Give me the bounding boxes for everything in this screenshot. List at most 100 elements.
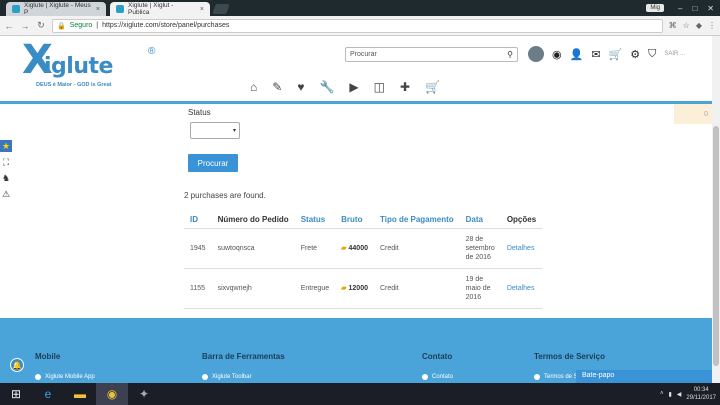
expand-icon[interactable]: ⛶	[0, 156, 12, 168]
logout-link[interactable]: SAIR ...	[664, 51, 685, 57]
tray-chevron-icon[interactable]: ˄	[660, 391, 664, 397]
col-gross[interactable]: Bruto	[335, 212, 374, 229]
game-icon[interactable]: ♞	[0, 172, 12, 184]
col-payment-type[interactable]: Tipo de Pagamento	[373, 212, 460, 229]
lock-icon: 🔒	[57, 22, 66, 30]
cell-payment: Credit	[373, 268, 460, 309]
xiglute-logo[interactable]: X iglute ® DEUS é Maior - GOD is Great	[22, 40, 162, 90]
clock[interactable]: 00:34 29/11/2017	[686, 386, 716, 402]
internet-explorer-icon[interactable]: e	[32, 383, 64, 405]
notification-bell-icon[interactable]: 🔔	[10, 358, 24, 372]
warning-icon[interactable]: ⚠	[0, 188, 12, 200]
tab-label: Xiglute | Xiglute - Meus P	[24, 2, 91, 16]
footer-link-label: Termos de S	[544, 374, 578, 380]
col-date[interactable]: Data	[459, 212, 501, 229]
add-user-icon[interactable]: 👤	[570, 48, 584, 61]
menu-icon[interactable]: ⋮	[708, 21, 716, 30]
tab-meus-pedidos[interactable]: Xiglute | Xiglute - Meus P ×	[6, 2, 106, 16]
clock-date: 29/11/2017	[686, 395, 716, 401]
close-tab-icon[interactable]: ×	[200, 6, 204, 13]
windows-start-icon[interactable]: ⊞	[0, 383, 32, 405]
columns-icon[interactable]: ◫	[374, 80, 385, 94]
table-row: 1155 sixvqwnejh Entregue ▰ 12000 Credit 1…	[184, 268, 543, 309]
header-divider	[0, 101, 712, 104]
col-options: Opções	[500, 212, 543, 229]
search-input[interactable]: Procurar ⚲	[345, 47, 518, 62]
address-bar-row: ← → ↻ 🔒 Seguro | https://xiglute.com/sto…	[0, 16, 720, 36]
cell-order: sixvqwnejh	[211, 268, 295, 309]
cell-id: 1155	[184, 268, 212, 309]
details-link[interactable]: Detalhes	[507, 245, 535, 252]
reload-icon[interactable]: ↻	[36, 20, 46, 31]
app-icon[interactable]: ✦	[128, 383, 160, 405]
omnibox[interactable]: 🔒 Seguro | https://xiglute.com/store/pan…	[52, 18, 663, 33]
footer-title-terms: Termos de Serviço	[534, 352, 605, 361]
mail-icon[interactable]: ✉	[591, 48, 600, 61]
new-tab-button[interactable]	[212, 4, 230, 14]
chrome-icon[interactable]: ◉	[96, 383, 128, 405]
close-window-icon[interactable]: ✕	[707, 4, 714, 13]
details-link[interactable]: Detalhes	[507, 285, 535, 292]
gear-icon[interactable]: ⚙	[630, 48, 640, 61]
window-controls: Mig – □ ✕	[646, 0, 720, 16]
favicon-icon	[12, 5, 20, 13]
avatar[interactable]	[528, 46, 544, 62]
network-icon[interactable]: ▮	[668, 391, 671, 398]
translate-icon[interactable]: ⌘	[669, 21, 677, 30]
back-icon[interactable]: ←	[4, 21, 14, 31]
minimize-icon[interactable]: –	[678, 4, 682, 13]
cell-date: 19 de maio de 2016	[459, 268, 501, 309]
coin-icon: ▰	[341, 245, 347, 252]
plus-icon[interactable]: ✚	[400, 80, 410, 94]
close-tab-icon[interactable]: ×	[96, 6, 100, 13]
cart-icon[interactable]: 🛒	[425, 80, 440, 94]
search-icon[interactable]: ⚲	[507, 50, 513, 59]
file-explorer-icon[interactable]: ▬	[64, 383, 96, 405]
cell-gross: ▰ 12000	[335, 268, 374, 309]
coin-icon: ▰	[341, 285, 347, 292]
favicon-icon	[116, 5, 124, 13]
footer-title-mobile: Mobile	[35, 352, 61, 361]
pencil-icon[interactable]: ✎	[272, 80, 282, 94]
browser-tabstrip: Xiglute | Xiglute - Meus P × Xiglute | X…	[0, 0, 720, 16]
col-id[interactable]: ID	[184, 212, 212, 229]
footer-link-toolbar[interactable]: Xiglute Toolbar	[202, 374, 252, 380]
footer-link-terms[interactable]: Termos de S	[534, 374, 578, 380]
shield-icon[interactable]: ⛉	[648, 48, 656, 61]
heart-icon[interactable]: ♥	[297, 80, 304, 94]
cell-status: Frete	[294, 228, 336, 269]
cart-icon[interactable]: 🛒	[609, 48, 623, 61]
extension-icons: ⌘ ☆ ◆ ⋮	[669, 21, 716, 30]
bookmark-star-icon[interactable]: ☆	[683, 21, 690, 30]
scrollbar-thumb[interactable]	[713, 126, 719, 366]
globe-icon[interactable]: ◉	[552, 48, 562, 61]
main-nav: ⌂ ✎ ♥ 🔧 ▶ ◫ ✚ 🛒	[250, 80, 440, 94]
wrench-icon[interactable]: 🔧	[319, 80, 334, 94]
col-status[interactable]: Status	[294, 212, 336, 229]
logo-registered: ®	[148, 46, 156, 57]
footer-link-mobile-app[interactable]: Xiglute Mobile App	[35, 374, 95, 380]
search-placeholder: Procurar	[350, 51, 377, 58]
tab-publica[interactable]: Xiglute | Xiglut - Publica ×	[110, 2, 210, 16]
star-icon[interactable]: ★	[0, 140, 12, 152]
table-header-row: ID Número do Pedido Status Bruto Tipo de…	[184, 212, 543, 229]
home-icon[interactable]: ⌂	[250, 80, 257, 94]
cell-payment: Credit	[373, 228, 460, 269]
status-select[interactable]: ▾	[190, 122, 240, 139]
system-tray: ˄ ▮ ◀ 00:34 29/11/2017	[660, 383, 716, 405]
cell-id: 1945	[184, 228, 212, 269]
play-icon[interactable]: ▶	[349, 80, 358, 94]
cell-gross: ▰ 44000	[335, 228, 374, 269]
chat-bar[interactable]: Bate-papo	[576, 370, 712, 383]
footer-link-contact[interactable]: Contato	[422, 374, 453, 380]
cell-options: Detalhes	[500, 228, 543, 269]
footer-title-contact: Contato	[422, 352, 453, 361]
forward-icon[interactable]: →	[20, 21, 30, 31]
maximize-icon[interactable]: □	[692, 4, 697, 13]
extension-icon[interactable]: ◆	[696, 21, 702, 30]
profile-button[interactable]: Mig	[646, 4, 664, 12]
volume-icon[interactable]: ◀	[677, 391, 682, 398]
page-scrollbar[interactable]	[712, 36, 720, 383]
search-button[interactable]: Procurar	[188, 154, 238, 172]
bullet-icon	[35, 374, 41, 380]
